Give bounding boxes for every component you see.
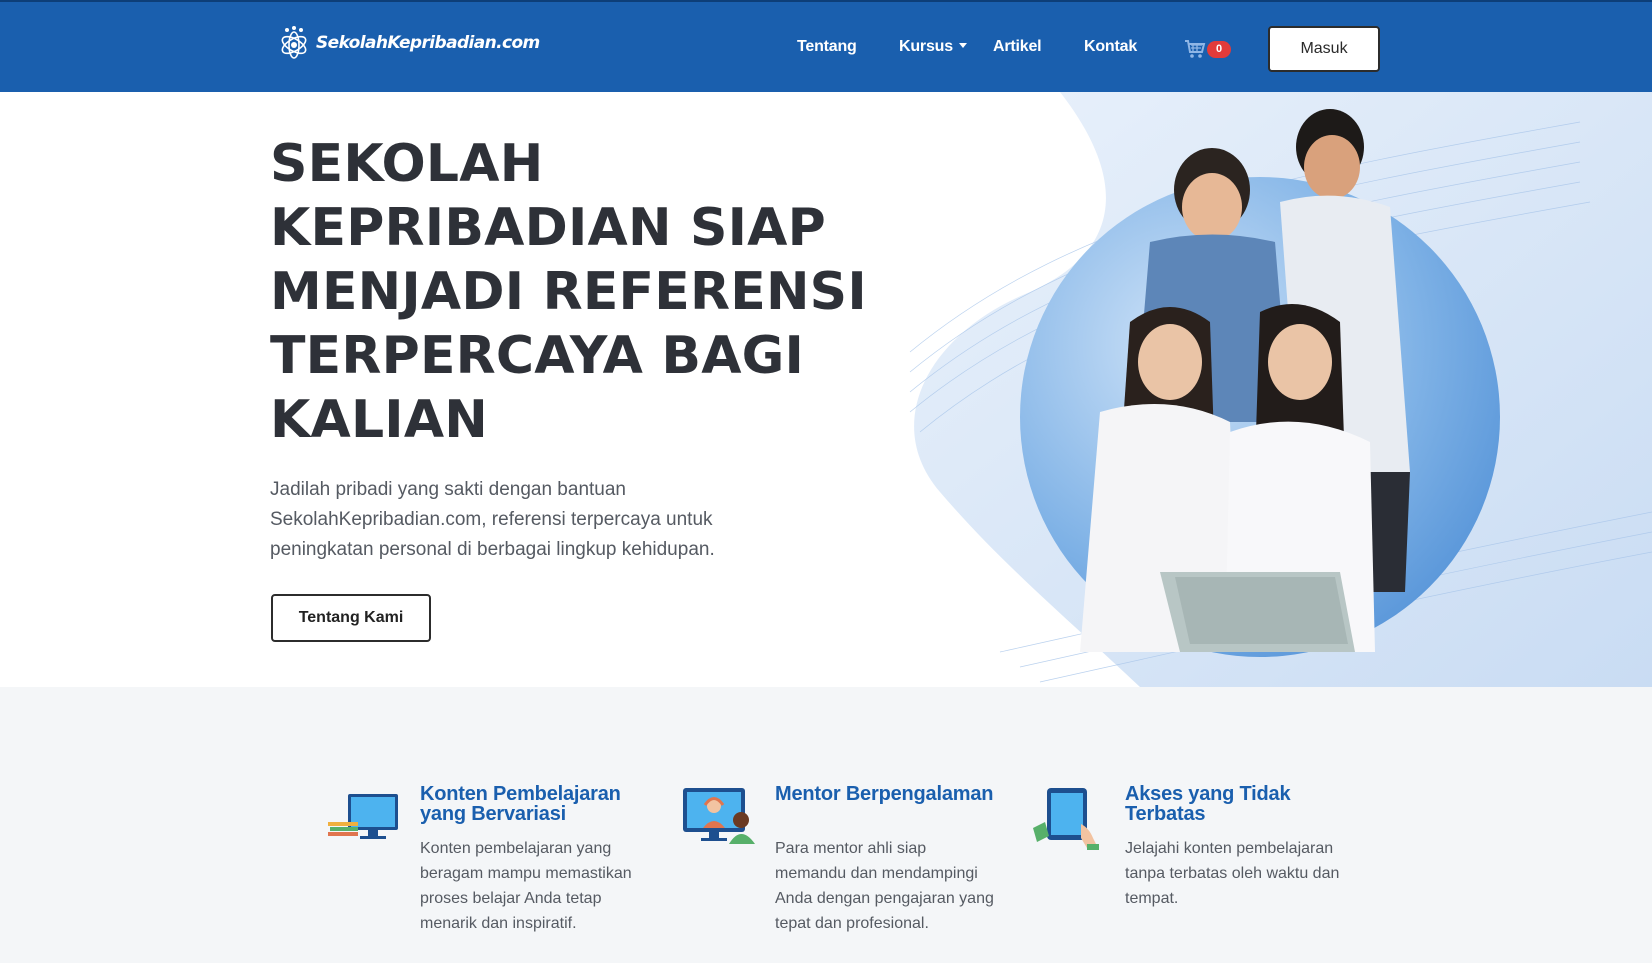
feature-card: Mentor Berpengalaman Para mentor ahli si… xyxy=(681,784,1001,954)
about-us-button[interactable]: Tentang Kami xyxy=(271,594,431,642)
nav-item-kursus-label: Kursus xyxy=(899,38,953,55)
chevron-down-icon xyxy=(958,43,967,48)
nav-item-kursus[interactable]: Kursus xyxy=(899,38,967,56)
hero-title-line: MENJADI REFERENSI xyxy=(270,262,867,322)
nav-item-artikel[interactable]: Artikel xyxy=(993,38,1042,56)
hero-title-line: SEKOLAH xyxy=(270,134,544,194)
features-section: Konten Pembelajaran yang Bervariasi Kont… xyxy=(0,687,1652,963)
hero-section: SEKOLAH KEPRIBADIAN SIAP MENJADI REFEREN… xyxy=(0,92,1652,687)
hero-title-line: TERPERCAYA BAGI xyxy=(270,326,805,386)
site-logo[interactable]: SekolahKepribadian.com xyxy=(278,24,540,62)
mentor-video-call-icon xyxy=(683,788,755,844)
tablet-touch-icon xyxy=(1033,788,1099,850)
cart-count-badge: 0 xyxy=(1207,41,1231,58)
top-navbar: SekolahKepribadian.com Tentang Kursus Ar… xyxy=(0,0,1652,92)
computer-monitor-books-icon xyxy=(328,794,398,839)
feature-card: Konten Pembelajaran yang Bervariasi Kont… xyxy=(326,784,646,954)
shopping-cart-icon xyxy=(1185,40,1206,58)
feature-title: Mentor Berpengalaman xyxy=(775,783,994,805)
cart-button[interactable]: 0 xyxy=(1183,37,1231,61)
feature-description: Para mentor ahli siap memandu dan mendam… xyxy=(775,840,994,932)
feature-description: Konten pembelajaran yang beragam mampu m… xyxy=(420,840,632,932)
hero-title-line: KEPRIBADIAN SIAP xyxy=(270,198,826,258)
nav-item-kontak[interactable]: Kontak xyxy=(1084,38,1137,56)
atom-logo-icon xyxy=(281,26,307,59)
hero-title: SEKOLAH KEPRIBADIAN SIAP MENJADI REFEREN… xyxy=(270,132,890,452)
feature-title: Akses yang Tidak Terbatas xyxy=(1125,783,1291,825)
nav-item-tentang[interactable]: Tentang xyxy=(797,38,857,56)
hero-subtitle: Jadilah pribadi yang sakti dengan bantua… xyxy=(270,479,715,560)
feature-title: Konten Pembelajaran yang Bervariasi xyxy=(420,783,621,825)
hero-title-line: KALIAN xyxy=(270,390,488,450)
feature-description: Jelajahi konten pembelajaran tanpa terba… xyxy=(1125,840,1340,907)
hero-illustration xyxy=(909,92,1652,687)
logo-text: SekolahKepribadian.com xyxy=(316,33,540,53)
login-button[interactable]: Masuk xyxy=(1268,26,1380,72)
feature-card: Akses yang Tidak Terbatas Jelajahi konte… xyxy=(1031,784,1351,954)
